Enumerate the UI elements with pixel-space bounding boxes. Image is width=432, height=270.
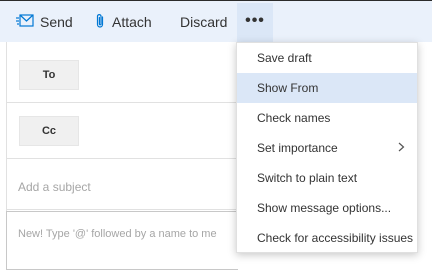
send-button[interactable]: Send [16, 7, 73, 37]
menu-item-check-names[interactable]: Check names [237, 103, 417, 133]
cc-label: Cc [41, 125, 57, 137]
discard-button[interactable]: Discard [180, 7, 227, 37]
attach-button[interactable]: Attach [94, 7, 152, 37]
more-options-menu: Save draft Show From Check names Set imp… [236, 42, 418, 253]
more-icon: ••• [245, 12, 265, 29]
to-label: To [42, 69, 56, 81]
menu-item-show-message-options[interactable]: Show message options... [237, 193, 417, 223]
menu-item-label: Switch to plain text [257, 171, 358, 185]
compose-toolbar: Send Attach Discard ••• [0, 0, 432, 43]
subject-input[interactable]: Add a subject [18, 180, 91, 194]
send-icon [16, 13, 34, 31]
menu-item-label: Check names [257, 111, 331, 125]
menu-item-set-importance[interactable]: Set importance [237, 133, 417, 163]
menu-item-label: Set importance [257, 141, 338, 155]
menu-item-check-accessibility[interactable]: Check for accessibility issues [237, 223, 417, 253]
divider [6, 158, 236, 159]
menu-item-label: Show From [257, 81, 319, 95]
chevron-right-icon [398, 141, 405, 155]
menu-item-label: Show message options... [257, 201, 392, 215]
send-label: Send [40, 14, 73, 30]
cc-button[interactable]: Cc [19, 116, 79, 146]
more-options-button[interactable]: ••• [237, 3, 273, 43]
message-body-editor[interactable] [6, 211, 238, 270]
to-button[interactable]: To [19, 60, 79, 90]
menu-item-label: Check for accessibility issues [257, 231, 414, 245]
discard-label: Discard [180, 14, 228, 30]
message-body-placeholder: New! Type '@' followed by a name to me [18, 228, 217, 240]
divider [6, 102, 236, 103]
menu-item-save-draft[interactable]: Save draft [237, 43, 417, 73]
menu-item-show-from[interactable]: Show From [237, 73, 417, 103]
attach-label: Attach [112, 14, 152, 30]
paperclip-icon [94, 13, 106, 32]
menu-item-switch-plain-text[interactable]: Switch to plain text [237, 163, 417, 193]
divider [6, 209, 236, 210]
menu-item-label: Save draft [257, 51, 312, 65]
